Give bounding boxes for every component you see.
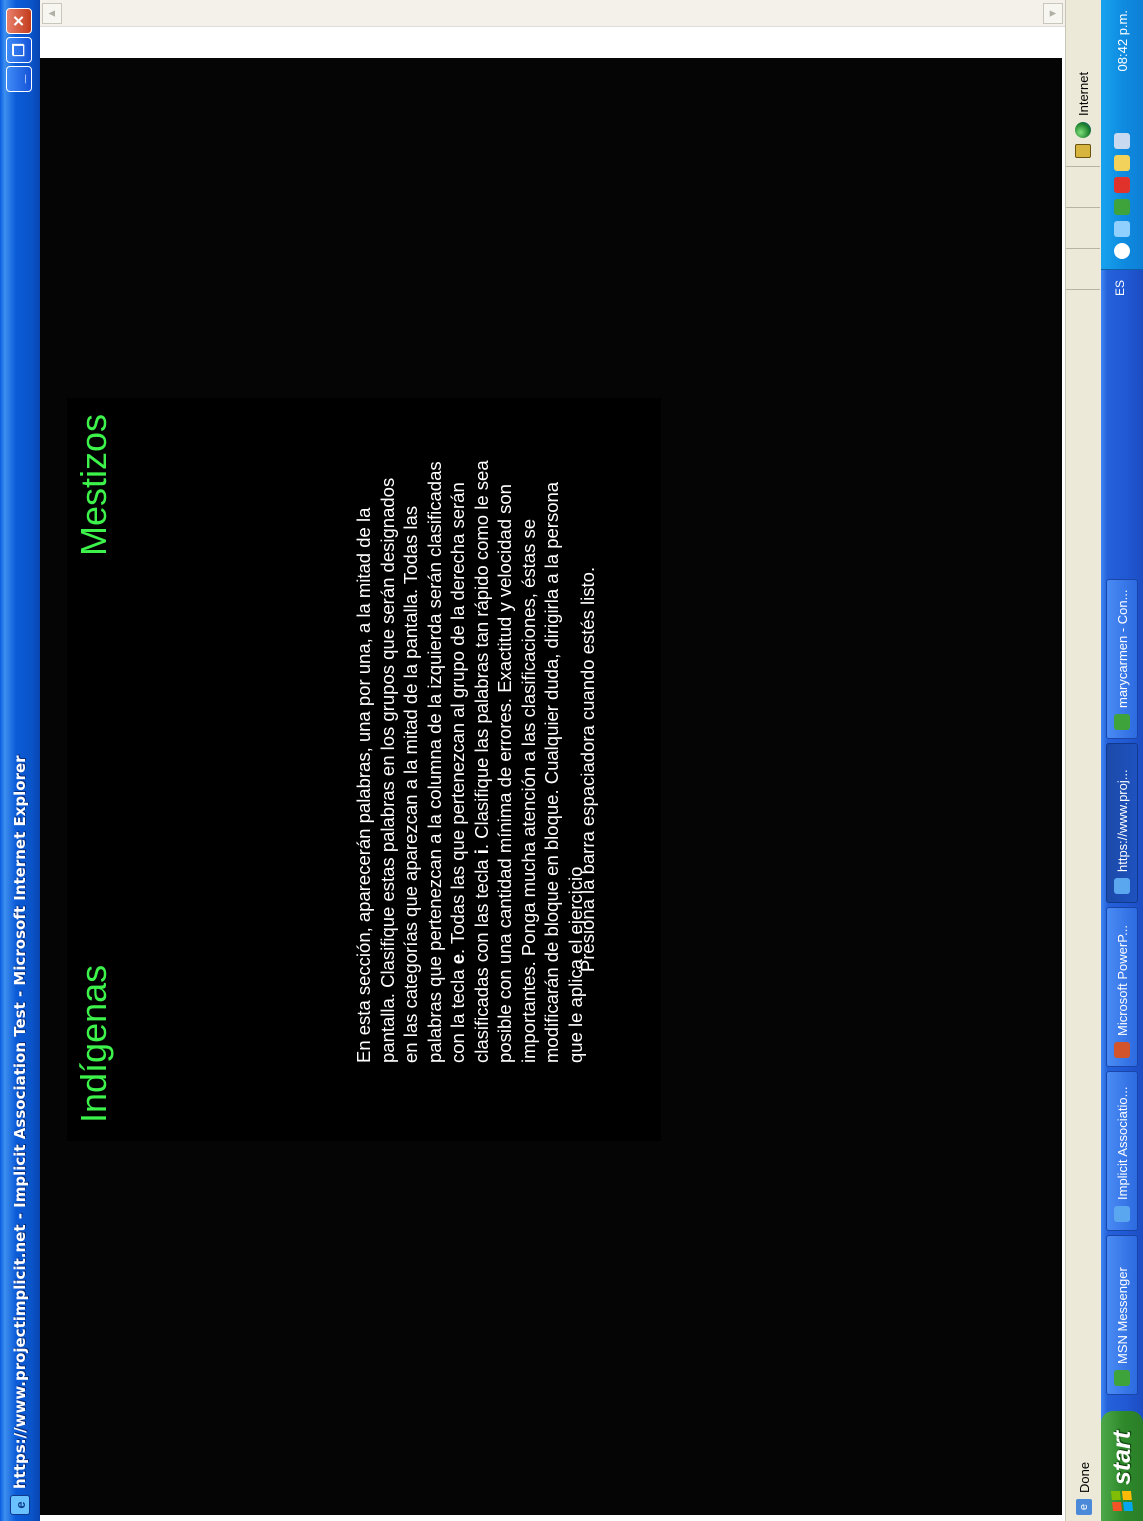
zone-label: Internet	[1075, 71, 1091, 116]
clock[interactable]: 08:42 p.m.	[1115, 10, 1130, 71]
page-done-icon: e	[1076, 1499, 1092, 1515]
taskbar-button-browser[interactable]: https://www.proj...	[1106, 743, 1138, 903]
scroll-up-arrow-icon[interactable]: ▲	[42, 3, 62, 24]
status-pane	[1066, 249, 1100, 290]
key-i-label: i	[470, 849, 492, 855]
task-label: marycarmen - Con...	[1114, 589, 1130, 708]
window-title-bar[interactable]: e https://www.projectimplicit.net - Impl…	[0, 0, 40, 1521]
task-label: Microsoft PowerP...	[1114, 924, 1130, 1036]
task-label: https://www.proj...	[1114, 769, 1130, 872]
taskbar-button-msn-messenger[interactable]: MSN Messenger	[1106, 1235, 1138, 1395]
messenger-tray-icon[interactable]	[1114, 199, 1130, 215]
right-category-label: Mestizos	[73, 414, 114, 557]
messenger-contact-icon	[1114, 714, 1130, 730]
start-label: start	[1107, 1430, 1136, 1485]
start-button[interactable]: start	[1101, 1411, 1143, 1521]
powerpoint-icon	[1114, 1042, 1130, 1058]
ie-icon	[1114, 1206, 1130, 1222]
show-hidden-icons-chevron-icon[interactable]	[1114, 243, 1130, 259]
scroll-down-arrow-icon[interactable]: ▼	[1043, 3, 1063, 24]
language-indicator[interactable]: ES	[1113, 280, 1127, 296]
page-background: Indígenas Mestizos En esta sección, apar…	[40, 58, 1062, 1515]
taskbar: start MSN Messenger Implicit Associatio.…	[1101, 0, 1143, 1521]
taskbar-buttons: MSN Messenger Implicit Associatio... Mic…	[1106, 579, 1138, 1395]
msn-icon	[1114, 1370, 1130, 1386]
status-text: Done	[1076, 1461, 1092, 1493]
mail-icon[interactable]	[1114, 155, 1130, 171]
lock-icon	[1075, 144, 1091, 158]
window-title: https://www.projectimplicit.net - Implic…	[11, 755, 29, 1489]
task-label: MSN Messenger	[1114, 1267, 1130, 1364]
status-pane	[1066, 208, 1100, 249]
task-label: Implicit Associatio...	[1114, 1086, 1130, 1200]
instructions-text: En esta sección, aparecerán palabras, un…	[352, 458, 587, 1063]
ie-icon	[1114, 878, 1130, 894]
taskbar-button-iat[interactable]: Implicit Associatio...	[1106, 1071, 1138, 1231]
volume-icon[interactable]	[1114, 133, 1130, 149]
key-e-label: e	[447, 953, 468, 965]
taskbar-button-powerpoint[interactable]: Microsoft PowerP...	[1106, 907, 1138, 1067]
restore-button[interactable]: ❐	[6, 37, 32, 63]
antivirus-icon[interactable]	[1114, 177, 1130, 193]
taskbar-button-conversation[interactable]: marycarmen - Con...	[1106, 579, 1138, 739]
close-button[interactable]: ✕	[6, 8, 32, 34]
windows-logo-icon	[1110, 1491, 1134, 1511]
internet-explorer-icon: e	[10, 1495, 30, 1515]
iat-panel: Indígenas Mestizos En esta sección, apar…	[67, 398, 661, 1141]
security-zone: Internet	[1066, 0, 1100, 167]
status-pane	[1066, 167, 1100, 208]
status-bar: e Done Internet	[1065, 0, 1102, 1521]
internet-zone-globe-icon	[1075, 122, 1091, 138]
minimize-button[interactable]: _	[6, 66, 32, 92]
vertical-scrollbar[interactable]: ▲ ▼	[40, 0, 1065, 27]
desktop-screen: e https://www.projectimplicit.net - Impl…	[0, 0, 1143, 1521]
ready-prompt: Presiona la barra espaciadora cuando est…	[577, 566, 598, 973]
left-category-label: Indígenas	[73, 964, 114, 1123]
network-icon[interactable]	[1114, 221, 1130, 237]
browser-viewport: Indígenas Mestizos En esta sección, apar…	[40, 0, 1065, 1521]
system-tray: 08:42 p.m.	[1101, 0, 1143, 270]
